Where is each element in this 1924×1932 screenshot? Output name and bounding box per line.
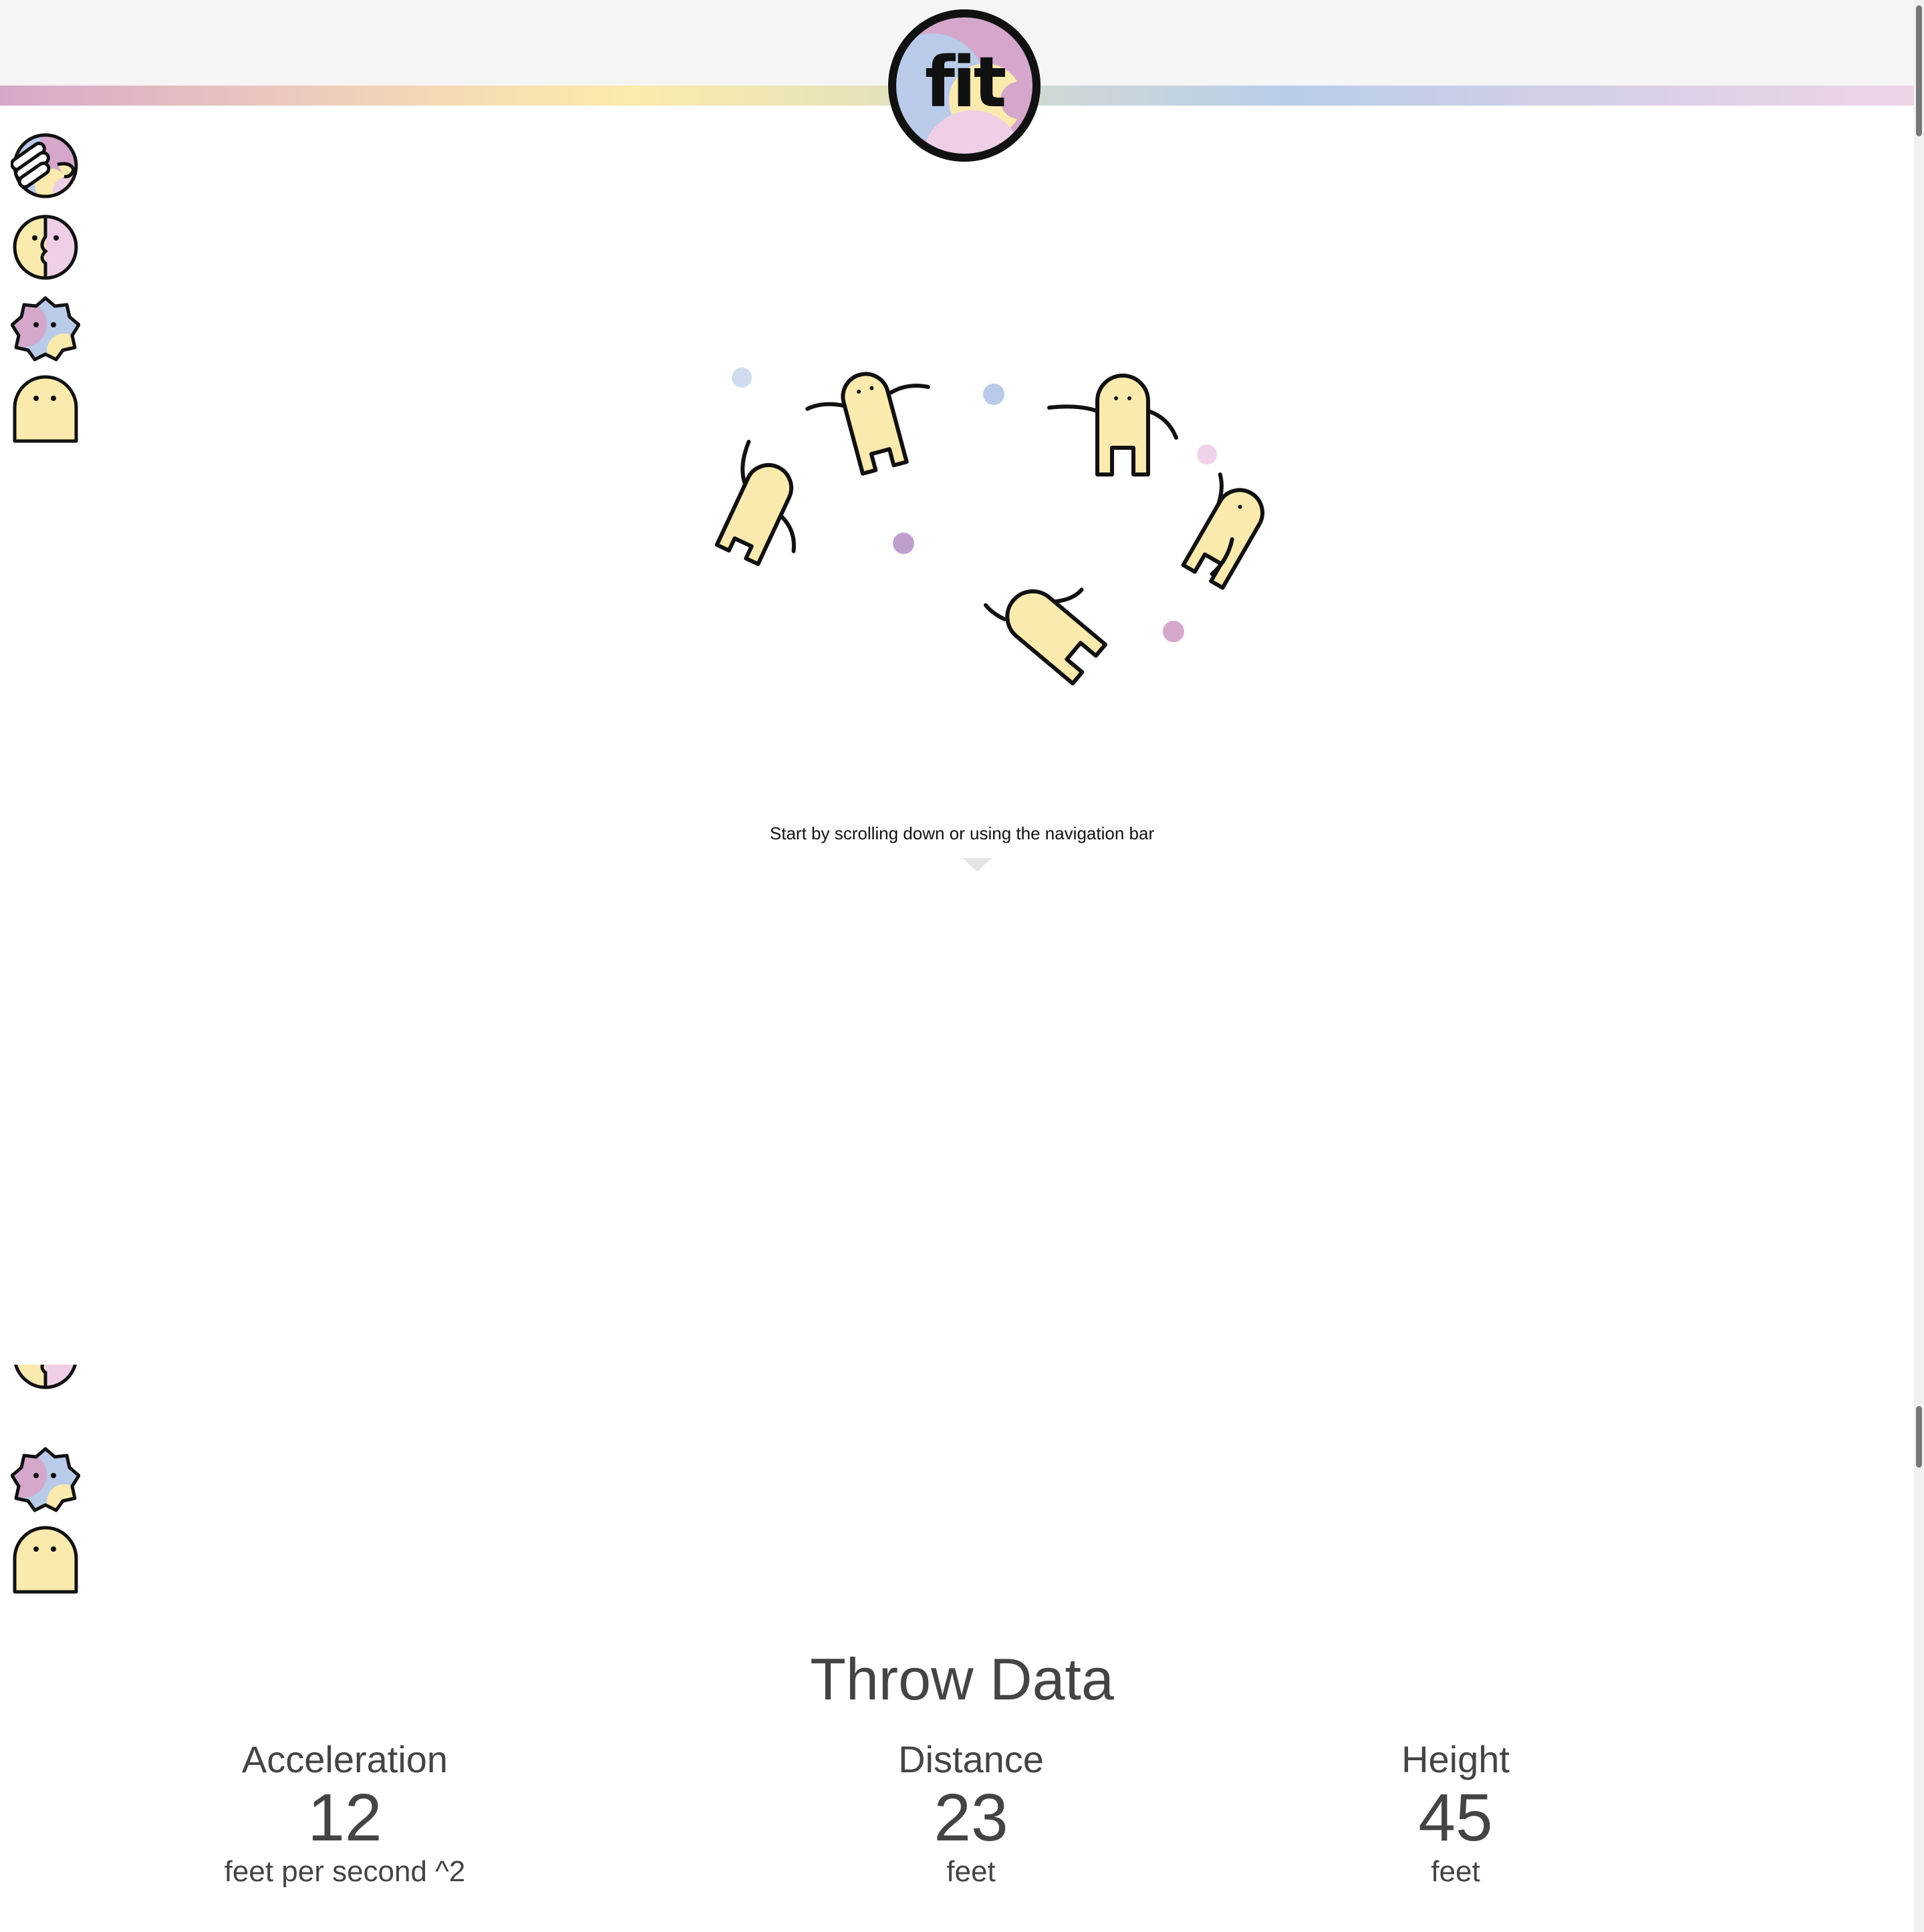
nav-item-splat[interactable] [11, 294, 80, 364]
nav-item-face[interactable] [11, 213, 80, 282]
stat-value: 45 [1418, 1780, 1493, 1855]
logo-text: fit [924, 41, 1007, 123]
stat-value: 12 [307, 1780, 382, 1855]
stat-distance: Distance 23 feet [837, 1738, 1105, 1890]
throw-data-title: Throw Data [810, 1646, 1114, 1712]
ghost-character-icon [13, 1526, 78, 1594]
nav-item-ghost[interactable] [11, 374, 80, 444]
stat-label: Height [1401, 1738, 1510, 1780]
scroll-down-arrow-icon[interactable] [962, 858, 992, 871]
stat-label: Distance [898, 1738, 1044, 1780]
stat-height: Height 45 feet [1322, 1738, 1589, 1890]
juggling-characters-illustration [714, 368, 1264, 686]
stat-value: 23 [934, 1780, 1008, 1855]
nav-item-hands[interactable] [11, 131, 80, 200]
stat-unit: feet [1431, 1855, 1480, 1888]
scroll-hint: Start by scrolling down or using the nav… [769, 823, 1155, 843]
face-profile-icon [13, 215, 78, 280]
fit-logo[interactable]: fit [885, 7, 1043, 164]
stat-unit: feet per second ^2 [224, 1855, 466, 1888]
face-profile-icon [14, 1365, 77, 1389]
splat-face-icon [11, 1447, 80, 1512]
stat-unit: feet [946, 1855, 996, 1888]
ghost-character-icon [13, 375, 78, 443]
clapping-hands-icon [11, 133, 78, 198]
nav-item-ghost-lower[interactable] [11, 1525, 80, 1595]
scrollbar-thumb[interactable] [1916, 5, 1922, 136]
nav-item-face-lower[interactable] [11, 1365, 80, 1431]
page: fit Start by scrolling down or using the… [0, 0, 1924, 1932]
stat-label: Acceleration [241, 1738, 448, 1780]
stat-acceleration: Acceleration 12 feet per second ^2 [211, 1738, 478, 1890]
nav-item-splat-lower[interactable] [11, 1445, 80, 1514]
splat-face-icon [11, 296, 80, 362]
scrollbar-thumb-lower[interactable] [1916, 1406, 1922, 1468]
scrollbar-track[interactable] [1914, 0, 1924, 1932]
